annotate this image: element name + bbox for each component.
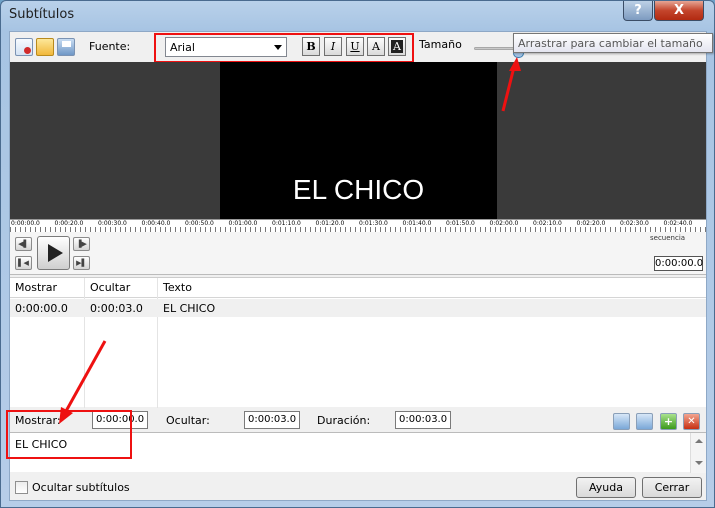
header-text[interactable]: Texto <box>163 281 192 294</box>
timeline-tick: 0:00:00.0 <box>11 220 40 227</box>
go-start-icon[interactable]: ▌◀ <box>15 256 32 270</box>
header-hide[interactable]: Ocultar <box>90 281 130 294</box>
move-down-icon[interactable] <box>613 413 630 430</box>
timeline-tick: 0:01:40.0 <box>402 220 432 227</box>
title-bar: Subtítulos ? X <box>1 1 714 27</box>
cell-show: 0:00:00.0 <box>15 302 68 315</box>
timeline-tick: 0:00:50.0 <box>185 220 214 227</box>
timeline-ruler[interactable]: 0:00:00.0 0:00:20.0 0:00:30.0 0:00:40.0 0:00… <box>10 219 706 233</box>
font-select-value: Arial <box>170 41 195 54</box>
timeline-tick: 0:02:40.0 <box>663 220 693 227</box>
text-annotation-box <box>6 410 132 459</box>
go-end-icon[interactable]: ▶▌ <box>73 256 90 270</box>
hide-subtitles-label: Ocultar subtítulos <box>32 481 130 494</box>
current-time-display: 0:00:00.0 <box>654 256 704 271</box>
scrollbar[interactable] <box>690 433 706 473</box>
save-icon[interactable] <box>57 38 75 56</box>
duration-label: Duración: <box>317 414 371 427</box>
timeline-tick: 0:01:30.0 <box>359 220 388 227</box>
subtitles-window: Subtítulos ? X Fuente: Arial B I U A A T… <box>0 0 715 508</box>
footer: Ocultar subtítulos Ayuda Cerrar <box>10 473 706 501</box>
bold-button[interactable]: B <box>302 37 320 56</box>
subtitles-table: Mostrar Ocultar Texto 0:00:00.0 0:00:03.… <box>10 277 706 408</box>
step-back-icon[interactable]: ◀▌ <box>15 237 32 251</box>
new-file-icon[interactable] <box>15 38 33 56</box>
underline-button[interactable]: U <box>346 37 364 56</box>
scroll-down-icon[interactable] <box>695 461 703 465</box>
help-button[interactable]: Ayuda <box>576 477 636 498</box>
timeline-tick: 0:02:20.0 <box>576 220 606 227</box>
sequence-label: secuencia <box>650 234 686 242</box>
hide-subtitles-checkbox[interactable] <box>15 481 28 494</box>
timeline-tick: 0:01:10.0 <box>272 220 301 227</box>
size-label: Tamaño <box>419 38 462 51</box>
column-divider <box>84 278 85 408</box>
italic-button[interactable]: I <box>324 37 342 56</box>
play-button[interactable] <box>37 236 70 270</box>
subtitle-overlay: EL CHICO <box>292 174 425 205</box>
window-title: Subtítulos <box>9 7 75 22</box>
cell-text: EL CHICO <box>163 302 216 315</box>
table-header: Mostrar Ocultar Texto <box>10 278 706 298</box>
timeline-tick: 0:00:40.0 <box>141 220 171 227</box>
size-tooltip: Arrastrar para cambiar el tamaño <box>513 33 713 53</box>
column-divider <box>157 278 158 408</box>
cell-hide: 0:00:03.0 <box>90 302 143 315</box>
help-title-button[interactable]: ? <box>623 1 653 21</box>
timeline-tick: 0:01:20.0 <box>315 220 345 227</box>
playback-controls: ◀▌ ▌◀ ▐▶ ▶▌ secuencia 0:00:00.0 <box>10 232 706 275</box>
timeline-tick: 0:01:50.0 <box>446 220 475 227</box>
video-preview: EL CHICO <box>10 62 706 219</box>
header-show[interactable]: Mostrar <box>15 281 57 294</box>
background-color-glyph: A <box>391 40 403 53</box>
duration-field[interactable]: 0:00:03.0 <box>395 411 451 429</box>
delete-icon[interactable]: ✕ <box>683 413 700 430</box>
close-button[interactable]: Cerrar <box>642 477 702 498</box>
close-title-button[interactable]: X <box>654 1 704 21</box>
background-color-button[interactable]: A <box>388 37 406 56</box>
scroll-up-icon[interactable] <box>695 439 703 443</box>
table-row[interactable]: 0:00:00.0 0:00:03.0 EL CHICO <box>10 299 706 317</box>
timeline-tick: 0:02:10.0 <box>533 220 562 227</box>
open-folder-icon[interactable] <box>36 38 54 56</box>
timeline-tick: 0:02:00.0 <box>489 220 519 227</box>
move-up-icon[interactable] <box>636 413 653 430</box>
hide-label: Ocultar: <box>166 414 210 427</box>
hide-time-field[interactable]: 0:00:03.0 <box>244 411 300 429</box>
timeline-tick: 0:00:20.0 <box>54 220 84 227</box>
add-icon[interactable]: + <box>660 413 677 430</box>
timeline-tick: 0:02:30.0 <box>620 220 649 227</box>
chevron-down-icon <box>274 45 282 50</box>
video-frame: EL CHICO <box>220 62 497 219</box>
font-select[interactable]: Arial <box>165 37 287 57</box>
timeline-tick: 0:01:00.0 <box>228 220 258 227</box>
timeline-tick: 0:00:30.0 <box>98 220 127 227</box>
font-label: Fuente: <box>89 40 131 53</box>
step-forward-icon[interactable]: ▐▶ <box>73 237 90 251</box>
font-color-button[interactable]: A <box>367 37 385 56</box>
